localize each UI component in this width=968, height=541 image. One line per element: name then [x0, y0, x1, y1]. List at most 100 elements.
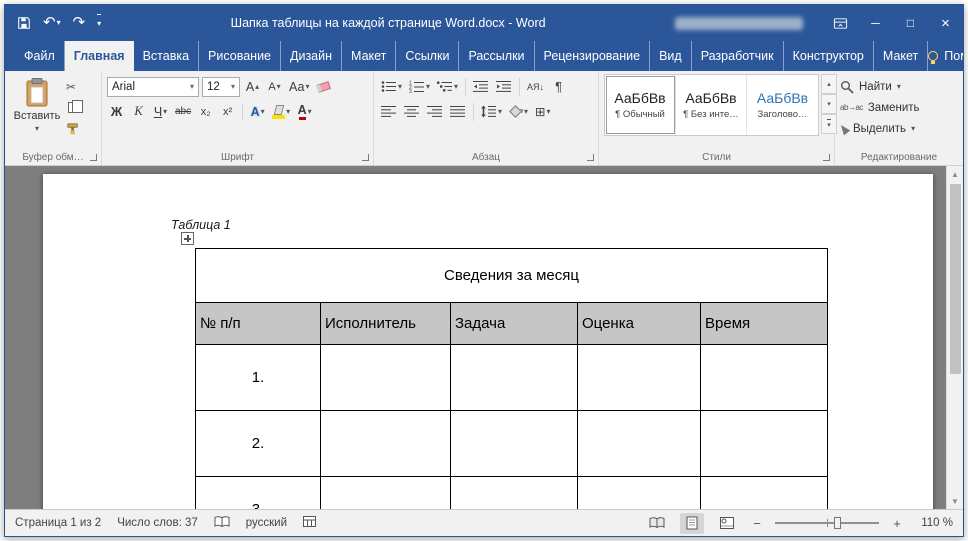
bold-button[interactable]: Ж	[107, 101, 126, 122]
undo-button[interactable]: ↶▾	[43, 15, 61, 31]
justify-button[interactable]	[448, 101, 468, 122]
tab-references[interactable]: Ссылки	[396, 41, 459, 71]
tell-me-button[interactable]: Помощн	[928, 49, 964, 63]
select-button[interactable]: Выделить ▾	[840, 120, 958, 137]
underline-button[interactable]: Ч▾	[151, 101, 170, 122]
tab-mailings[interactable]: Рассылки	[459, 41, 534, 71]
scroll-up-button[interactable]: ▲	[947, 166, 963, 182]
borders-button[interactable]: ⊞▾	[533, 101, 553, 122]
table-cell[interactable]	[578, 345, 701, 411]
page-indicator[interactable]: Страница 1 из 2	[15, 517, 101, 529]
header-cell[interactable]: № п/п	[196, 303, 321, 345]
tab-design[interactable]: Дизайн	[281, 41, 342, 71]
table-cell[interactable]	[321, 345, 451, 411]
read-mode-button[interactable]	[645, 513, 669, 534]
table-title-cell[interactable]: Сведения за месяц	[196, 249, 828, 303]
zoom-slider[interactable]	[775, 522, 879, 524]
close-button[interactable]: ×	[928, 5, 963, 41]
scroll-down-button[interactable]: ▼	[947, 493, 963, 509]
table-cell[interactable]	[451, 345, 578, 411]
strikethrough-button[interactable]: abc	[173, 101, 193, 122]
tab-review[interactable]: Рецензирование	[535, 41, 651, 71]
tab-file[interactable]: Файл	[15, 41, 65, 71]
header-cell[interactable]: Задача	[451, 303, 578, 345]
decrease-indent-button[interactable]	[471, 76, 491, 97]
change-case-button[interactable]: Аа▾	[287, 76, 311, 97]
zoom-level[interactable]: 110 %	[915, 517, 953, 529]
copy-button[interactable]	[66, 100, 84, 115]
zoom-slider-thumb[interactable]	[834, 517, 841, 529]
paste-button[interactable]: Вставить ▾	[10, 74, 64, 136]
table-cell[interactable]	[451, 477, 578, 510]
cut-button[interactable]: ✂	[66, 79, 84, 94]
table-cell[interactable]	[701, 411, 828, 477]
superscript-button[interactable]: х²	[218, 101, 237, 122]
table-move-handle[interactable]	[181, 232, 194, 245]
italic-button[interactable]: К	[129, 101, 148, 122]
customize-qat-button[interactable]: ▾	[97, 14, 101, 32]
redo-button[interactable]: ↷	[73, 15, 86, 31]
align-left-button[interactable]	[379, 101, 399, 122]
find-button[interactable]: Найти ▾	[840, 78, 958, 95]
proofing-status-button[interactable]	[214, 516, 230, 531]
multilevel-list-button[interactable]: ▾	[435, 76, 460, 97]
shrink-font-button[interactable]: А▾	[265, 76, 284, 97]
bullets-button[interactable]: ▾	[379, 76, 404, 97]
tab-developer[interactable]: Разработчик	[692, 41, 784, 71]
ribbon-display-options-button[interactable]	[823, 5, 858, 41]
vertical-scrollbar[interactable]: ▲ ▼	[946, 166, 963, 509]
header-cell[interactable]: Исполнитель	[321, 303, 451, 345]
tab-table-layout[interactable]: Макет	[874, 41, 928, 71]
account-name-blurred[interactable]	[675, 17, 803, 30]
table-cell[interactable]	[701, 477, 828, 510]
tab-insert[interactable]: Вставка	[134, 41, 199, 71]
paragraph-dialog-launcher[interactable]	[587, 154, 594, 161]
show-formatting-marks-button[interactable]: ¶	[549, 76, 568, 97]
tab-layout[interactable]: Макет	[342, 41, 396, 71]
style-normal[interactable]: АаБбВв ¶ Обычный	[605, 75, 676, 135]
tab-view[interactable]: Вид	[650, 41, 692, 71]
text-effects-button[interactable]: А▾	[248, 101, 267, 122]
word-count[interactable]: Число слов: 37	[117, 517, 198, 529]
style-heading1[interactable]: АаБбВв Заголово…	[747, 75, 818, 135]
tab-home[interactable]: Главная	[65, 41, 134, 71]
table-cell[interactable]	[321, 411, 451, 477]
subscript-button[interactable]: х₂	[196, 101, 215, 122]
table-cell[interactable]	[321, 477, 451, 510]
tab-draw[interactable]: Рисование	[199, 41, 281, 71]
table-cell[interactable]	[578, 411, 701, 477]
tab-table-design[interactable]: Конструктор	[784, 41, 874, 71]
highlight-color-button[interactable]: ▾	[270, 101, 292, 122]
zoom-in-button[interactable]: +	[890, 516, 904, 531]
replace-button[interactable]: ab→ac Заменить	[840, 99, 958, 116]
save-button[interactable]	[17, 16, 31, 30]
macro-record-button[interactable]	[303, 516, 316, 530]
line-spacing-button[interactable]: ▾	[479, 101, 504, 122]
clipboard-dialog-launcher[interactable]	[90, 154, 97, 161]
header-cell[interactable]: Оценка	[578, 303, 701, 345]
format-painter-button[interactable]	[66, 121, 84, 136]
language-indicator[interactable]: русский	[246, 517, 287, 529]
table-cell[interactable]	[451, 411, 578, 477]
font-size-combo[interactable]: 12 ▾	[202, 77, 240, 97]
styles-dialog-launcher[interactable]	[823, 154, 830, 161]
row-number-cell[interactable]: 2.	[196, 411, 321, 477]
increase-indent-button[interactable]	[494, 76, 514, 97]
numbering-button[interactable]: 123 ▾	[407, 76, 432, 97]
clear-formatting-button[interactable]	[314, 76, 333, 97]
zoom-out-button[interactable]: −	[750, 516, 764, 531]
sort-button[interactable]: АЯ↓	[525, 76, 546, 97]
style-no-spacing[interactable]: АаБбВв ¶ Без инте…	[676, 75, 747, 135]
grow-font-button[interactable]: А▴	[243, 76, 262, 97]
header-cell[interactable]: Время	[701, 303, 828, 345]
font-name-combo[interactable]: Arial ▾	[107, 77, 199, 97]
align-center-button[interactable]	[402, 101, 422, 122]
scrollbar-thumb[interactable]	[950, 184, 961, 374]
maximize-button[interactable]: □	[893, 5, 928, 41]
shading-button[interactable]: ▾	[507, 101, 530, 122]
web-layout-button[interactable]	[715, 513, 739, 534]
align-right-button[interactable]	[425, 101, 445, 122]
row-number-cell[interactable]: 1.	[196, 345, 321, 411]
table-cell[interactable]	[701, 345, 828, 411]
row-number-cell[interactable]: 3.	[196, 477, 321, 510]
